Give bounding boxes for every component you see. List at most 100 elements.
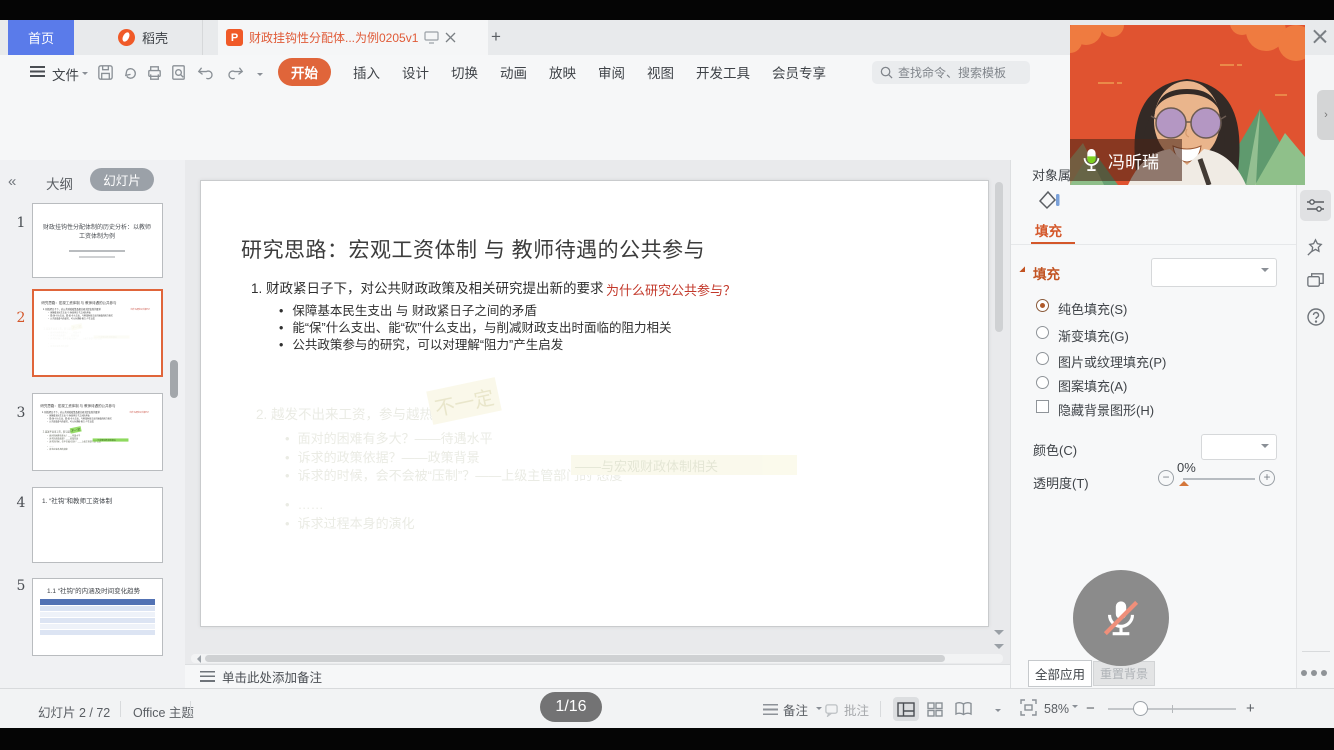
notes-bar[interactable]: 单击此处添加备注 (185, 664, 1010, 688)
tab-document-label: 财政挂钩性分配体...为例0205v1 (249, 29, 418, 46)
ribbon-tab-insert[interactable]: 插入 (353, 62, 380, 82)
muted-mic-icon (1096, 593, 1146, 643)
status-bar: 幻灯片 2 / 72 Office 主题 备注 批注 58% − (0, 688, 1334, 728)
collapse-panel-icon[interactable]: « (8, 173, 16, 190)
ribbon-tab-review[interactable]: 审阅 (598, 62, 625, 82)
print-icon[interactable] (145, 63, 164, 82)
new-tab-button[interactable]: + (486, 27, 506, 47)
thumbnail-scrollbar[interactable] (170, 360, 178, 398)
transparency-minus-button[interactable]: − (1158, 470, 1174, 486)
tab-outline[interactable]: 大纲 (46, 173, 73, 193)
fit-slide-icon[interactable] (1020, 699, 1037, 721)
radio-pattern-fill[interactable]: 图案填充(A) (1036, 376, 1127, 396)
tab-slides[interactable]: 幻灯片 (90, 168, 154, 191)
notes-toggle-button[interactable]: 备注 (763, 700, 822, 719)
notes-icon (200, 671, 215, 682)
ribbon-tab-animation[interactable]: 动画 (500, 62, 527, 82)
view-options-caret[interactable] (992, 704, 1001, 722)
tab-docer[interactable]: 稻壳 (84, 20, 203, 55)
comments-label: 批注 (844, 700, 869, 719)
close-icon[interactable] (1311, 28, 1328, 45)
radio-picture-fill[interactable]: 图片或纹理填充(P) (1036, 352, 1166, 372)
slide-canvas[interactable]: 研究思路：宏观工资体制 与 教师待遇的公共参与 1. 财政紧日子下，对公共财政政… (200, 180, 989, 627)
fill-color-dropdown[interactable] (1151, 258, 1277, 287)
reset-background-label: 重置背景 (1100, 665, 1148, 682)
slide-thumbnail-3[interactable]: 研究思路：宏观工资体制 与 教师待遇的公共参与 1. 财政紧日子下，对公共财政政… (32, 393, 163, 471)
slide-thumbnail-2-selected[interactable]: 研究思路：宏观工资体制 与 教师待遇的公共参与 1. 财政紧日子下，对公共财政政… (32, 289, 163, 377)
save-icon[interactable] (96, 63, 115, 82)
ribbon-tab-design[interactable]: 设计 (402, 62, 429, 82)
hamburger-icon[interactable] (30, 66, 45, 77)
notes-toggle-label: 备注 (783, 700, 808, 719)
tab-close-icon[interactable] (445, 32, 456, 43)
transparency-plus-button[interactable]: + (1259, 470, 1275, 486)
tab-document[interactable]: P 财政挂钩性分配体...为例0205v1 (218, 20, 488, 55)
toolbar-more-caret[interactable] (254, 68, 263, 86)
slide-sorter-view-button[interactable] (922, 697, 948, 721)
divider (1011, 244, 1297, 245)
file-menu-label: 文件 (52, 68, 79, 83)
reading-view-button[interactable] (950, 697, 976, 721)
radio-solid-fill[interactable]: 纯色填充(S) (1036, 299, 1127, 319)
zoom-slider-handle[interactable] (1133, 701, 1148, 716)
divider (1302, 651, 1330, 652)
effects-wand-icon[interactable] (1305, 237, 1326, 263)
search-input[interactable]: 查找命令、搜索模板 (872, 61, 1030, 84)
webcam-video[interactable]: 冯昕瑞 (1070, 25, 1305, 185)
radio-icon (1036, 352, 1049, 365)
comments-button[interactable]: 批注 (824, 700, 869, 719)
tab-home[interactable]: 首页 (8, 20, 74, 55)
ribbon-tab-view[interactable]: 视图 (647, 62, 674, 82)
section-collapse-icon[interactable] (1019, 266, 1030, 277)
apply-all-button[interactable]: 全部应用 (1028, 660, 1092, 687)
apply-all-label: 全部应用 (1035, 664, 1085, 683)
ribbon-tab-strip: 开始 插入 设计 切换 动画 放映 审阅 视图 开发工具 会员专享 (278, 59, 826, 85)
redo-icon[interactable] (228, 63, 247, 82)
page-indicator-label: 1/16 (555, 698, 586, 716)
ribbon-tab-devtools[interactable]: 开发工具 (696, 62, 750, 82)
ribbon-tab-slideshow[interactable]: 放映 (549, 62, 576, 82)
print-preview-icon[interactable] (169, 63, 188, 82)
collapse-toolbar-tab[interactable]: › (1317, 90, 1334, 140)
slide-thumbnail-4[interactable]: 1. “社钩”和教师工资体制 (32, 487, 163, 563)
theme-name[interactable]: Office 主题 (133, 702, 194, 721)
monitor-icon (424, 31, 439, 44)
microphone-muted-button[interactable] (1073, 570, 1169, 666)
thumb1-title: 财政挂钩性分配体制的历史分析：以教师工资体制为例 (43, 224, 151, 241)
thumb5-table (40, 599, 155, 635)
tab-home-label: 首页 (28, 28, 54, 47)
help-icon[interactable] (1306, 307, 1326, 332)
checkbox-hide-background[interactable]: 隐藏背景图形(H) (1036, 400, 1154, 420)
radio-icon (1036, 326, 1049, 339)
ribbon-tab-transition[interactable]: 切换 (451, 62, 478, 82)
slide-number: 4 (14, 495, 28, 511)
slide-thumbnail-5[interactable]: 1.1 “社钩”的内涵及时间变化趋势 (32, 578, 163, 656)
output-icon[interactable] (122, 63, 141, 82)
zoom-percent[interactable]: 58% (1044, 702, 1078, 716)
radio-pattern-label: 图案填充(A) (1058, 379, 1127, 394)
more-options-icon[interactable] (1301, 670, 1327, 676)
radio-gradient-fill[interactable]: 渐变填充(G) (1036, 326, 1129, 346)
fill-tab[interactable]: 填充 (1035, 220, 1062, 240)
notes-placeholder: 单击此处添加备注 (222, 667, 322, 686)
previous-slide-caret[interactable] (994, 630, 1004, 640)
next-slide-caret[interactable] (994, 644, 1004, 654)
separator (880, 701, 881, 717)
properties-sliders-icon[interactable] (1306, 197, 1325, 219)
transparency-slider-track[interactable] (1183, 478, 1255, 480)
normal-view-button[interactable] (893, 697, 919, 721)
scroll-left-caret[interactable] (193, 655, 201, 663)
duplicate-slide-icon[interactable] (1305, 270, 1326, 296)
ribbon-tab-member[interactable]: 会员专享 (772, 62, 826, 82)
horizontal-scrollbar[interactable] (205, 655, 945, 662)
slide-thumbnail-1[interactable]: 财政挂钩性分配体制的历史分析：以教师工资体制为例 (32, 203, 163, 278)
zoom-in-button[interactable]: + (1246, 700, 1255, 717)
separator (190, 701, 191, 717)
file-menu[interactable]: 文件 (52, 64, 88, 84)
undo-icon[interactable] (194, 63, 213, 82)
ribbon-tab-home[interactable]: 开始 (278, 58, 331, 86)
slide-number: 5 (14, 578, 28, 594)
color-dropdown[interactable] (1201, 434, 1277, 460)
vertical-scrollbar[interactable] (995, 182, 1003, 332)
zoom-out-button[interactable]: − (1086, 700, 1095, 717)
